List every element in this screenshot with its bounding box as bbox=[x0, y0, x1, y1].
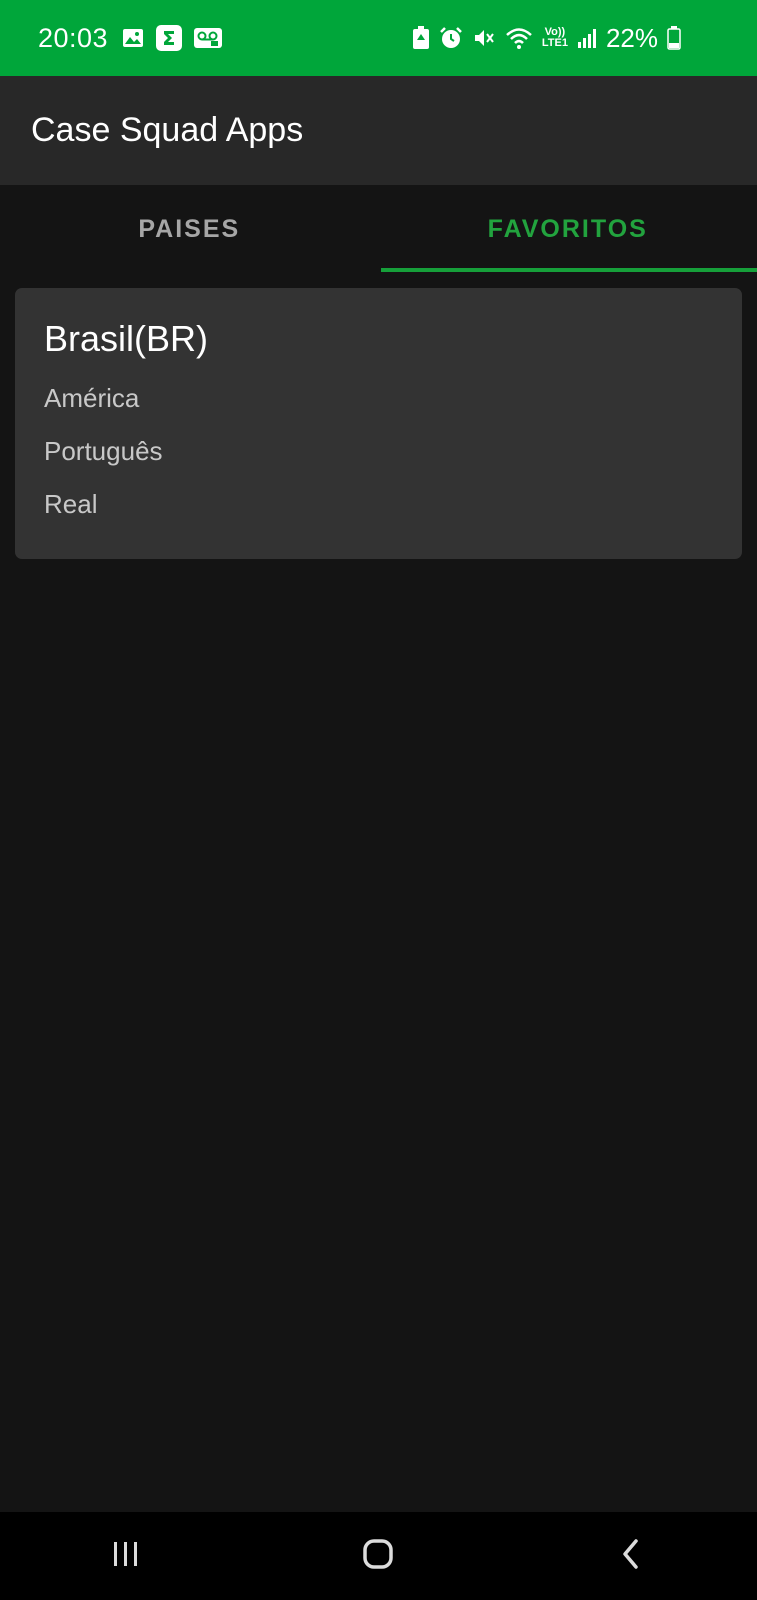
wifi-icon bbox=[505, 26, 533, 50]
status-notification-icons bbox=[122, 25, 223, 51]
country-name: Brasil(BR) bbox=[44, 318, 209, 359]
tab-paises[interactable]: PAISES bbox=[0, 185, 379, 274]
tab-favoritos[interactable]: FAVORITOS bbox=[379, 185, 757, 274]
country-language: Português bbox=[44, 436, 163, 466]
alarm-icon bbox=[439, 26, 463, 50]
gallery-icon bbox=[122, 27, 144, 49]
battery-icon bbox=[667, 26, 681, 50]
app-title: Case Squad Apps bbox=[31, 111, 304, 149]
lte-label: LTE1 bbox=[541, 37, 568, 49]
system-nav-bar bbox=[0, 1512, 757, 1600]
tab-paises-label: PAISES bbox=[138, 215, 241, 243]
back-icon bbox=[620, 1538, 642, 1575]
tab-bar: PAISES FAVORITOS bbox=[0, 185, 757, 274]
home-button[interactable] bbox=[338, 1526, 418, 1586]
status-system-icons: Vo)) LTE1 22% bbox=[412, 23, 681, 54]
sigma-app-icon bbox=[156, 25, 183, 51]
recent-apps-button[interactable] bbox=[86, 1526, 166, 1586]
country-currency: Real bbox=[44, 489, 98, 519]
tab-active-indicator bbox=[380, 268, 757, 272]
status-bar: 20:03 Vo)) LTE1 22% bbox=[0, 0, 757, 76]
mute-icon bbox=[472, 26, 496, 50]
tab-favoritos-label: FAVORITOS bbox=[487, 215, 648, 243]
signal-icon bbox=[577, 27, 597, 49]
voicemail-icon bbox=[194, 27, 223, 49]
volte-icon: Vo)) LTE1 bbox=[542, 27, 568, 49]
country-region: América bbox=[44, 383, 140, 413]
app-bar: Case Squad Apps bbox=[0, 76, 757, 185]
status-time: 20:03 bbox=[38, 22, 109, 53]
home-icon bbox=[362, 1538, 394, 1575]
back-button[interactable] bbox=[591, 1526, 671, 1586]
recent-apps-icon bbox=[111, 1540, 141, 1573]
battery-percent: 22% bbox=[605, 22, 658, 53]
country-card[interactable]: Brasil(BR) América Português Real bbox=[15, 288, 742, 559]
battery-saver-icon bbox=[412, 26, 430, 50]
